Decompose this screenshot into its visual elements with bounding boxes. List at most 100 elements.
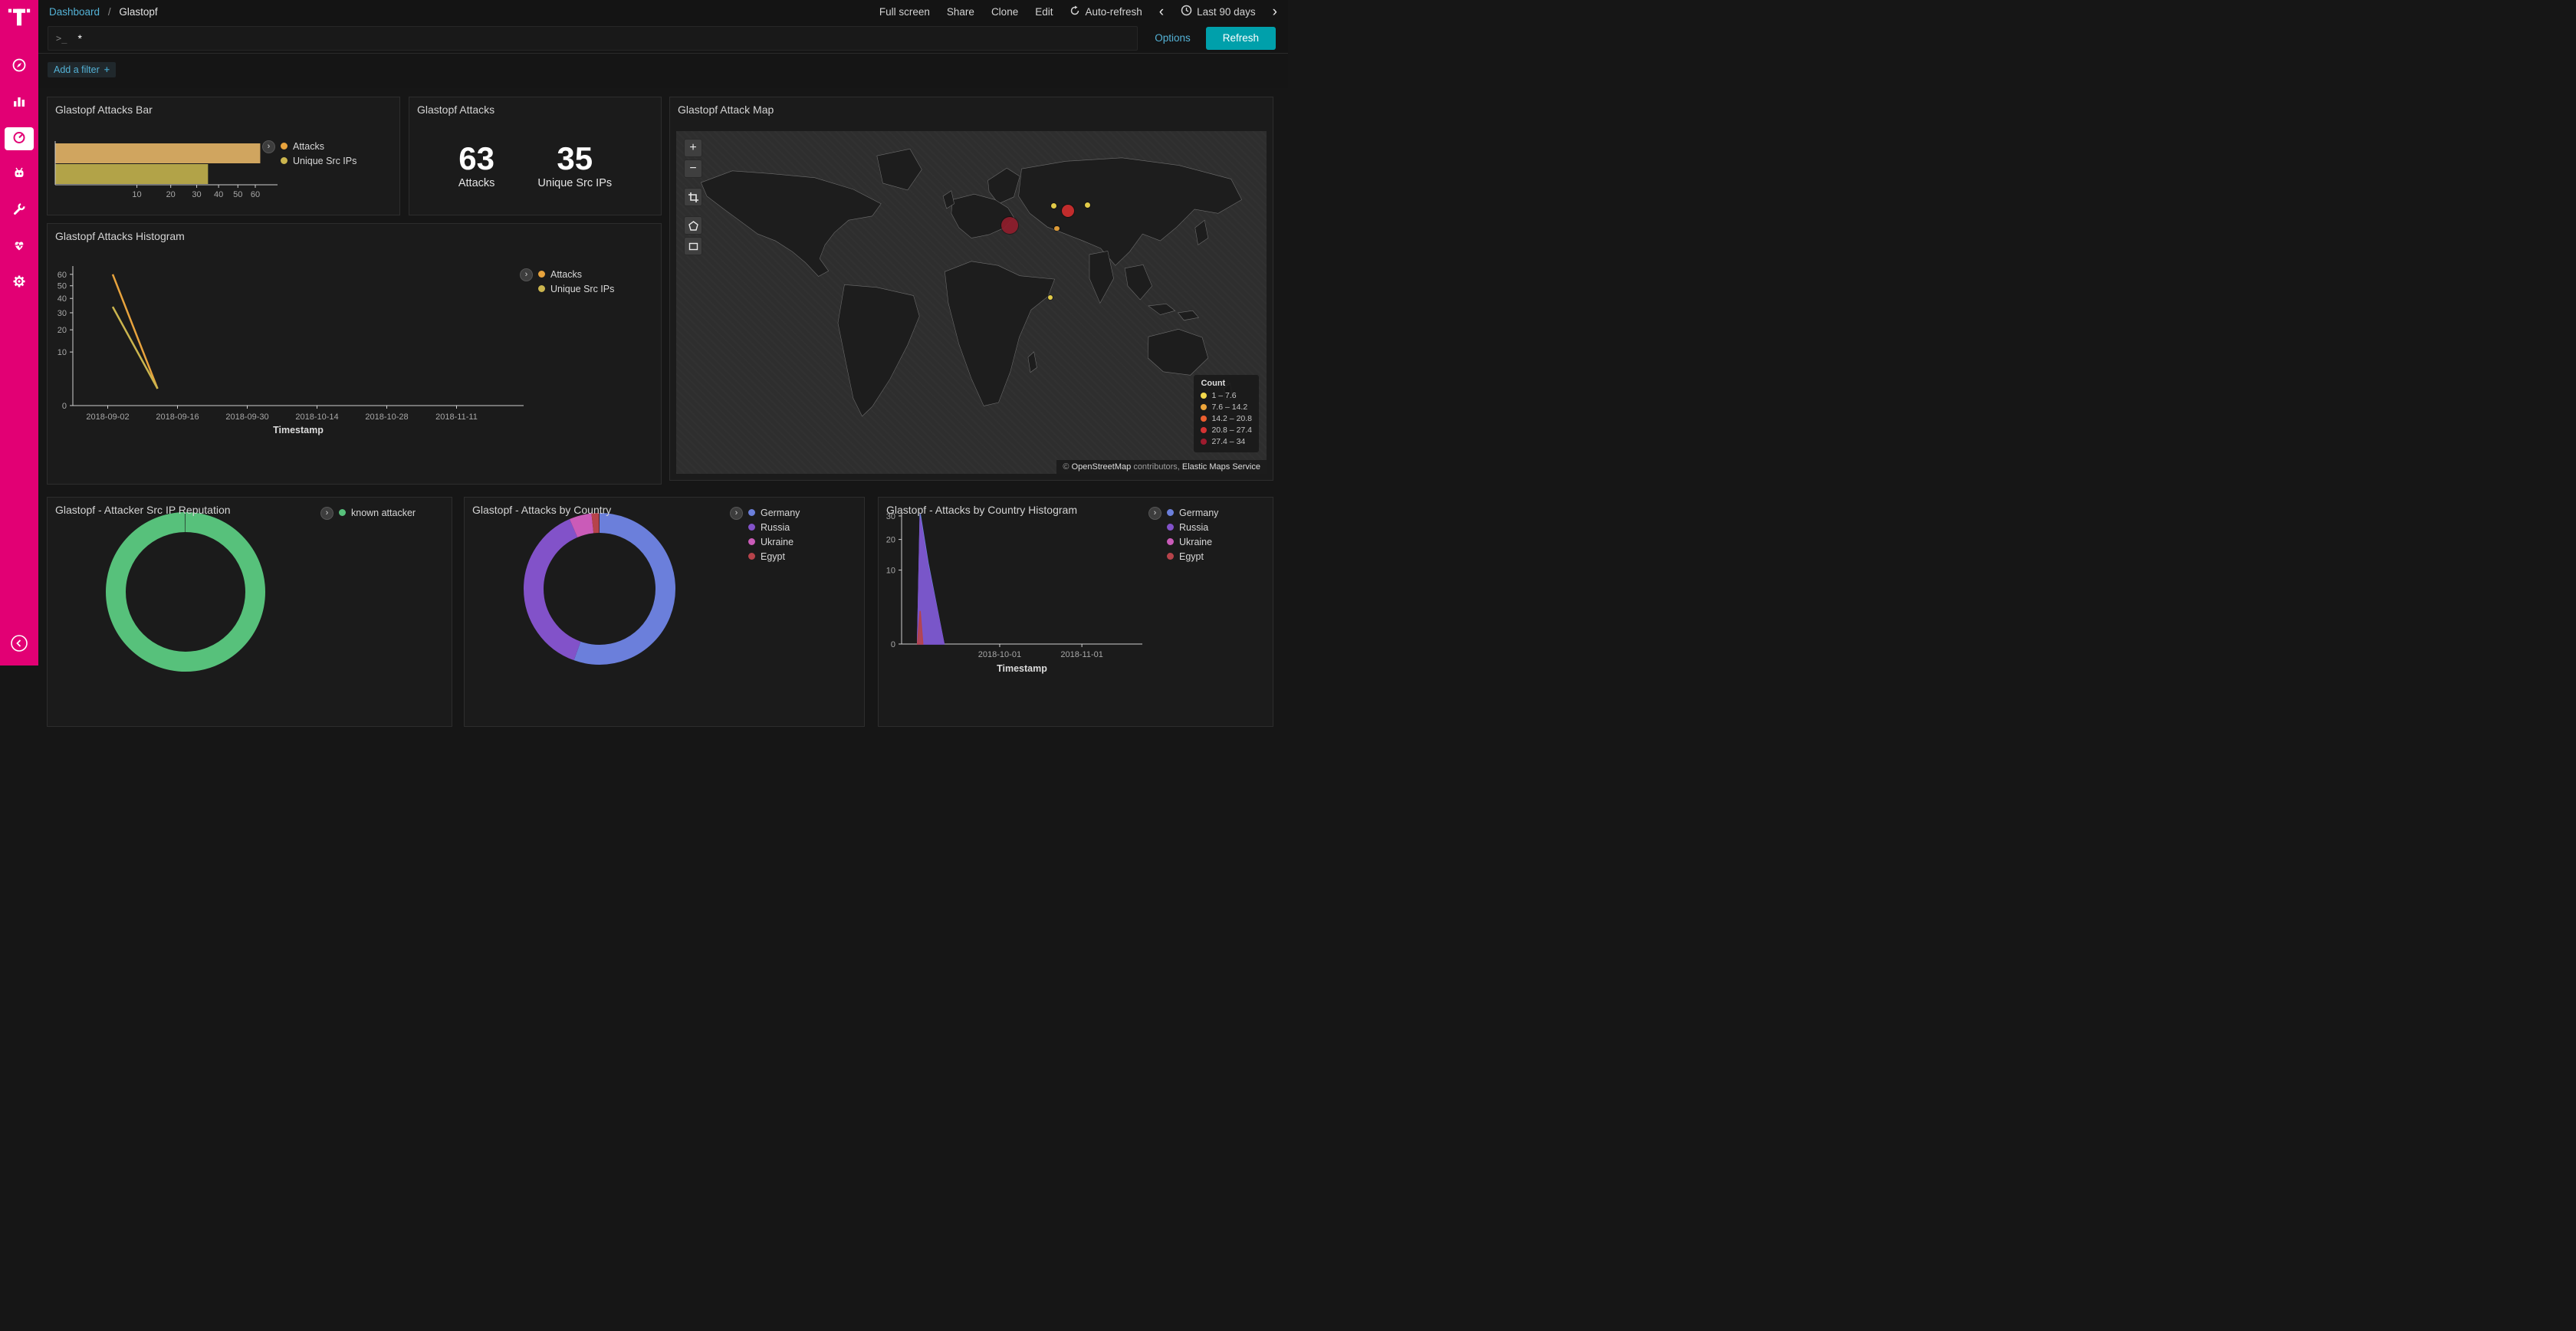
panel-src-ip-reputation: Glastopf - Attacker Src IP Reputation › … — [47, 497, 452, 727]
map-legend-item: 1 – 7.6 — [1201, 389, 1252, 401]
breadcrumb-current: Glastopf — [119, 6, 157, 18]
legend-item[interactable]: Attacks — [538, 267, 614, 281]
legend-toggle-button[interactable]: › — [1148, 507, 1162, 520]
query-input[interactable] — [76, 31, 1129, 45]
legend-item[interactable]: Attacks — [281, 139, 356, 153]
svg-text:50: 50 — [233, 190, 242, 199]
legend-toggle-button[interactable]: › — [320, 507, 334, 520]
svg-text:50: 50 — [58, 282, 67, 291]
legend-item[interactable]: known attacker — [339, 505, 416, 520]
svg-text:2018-10-28: 2018-10-28 — [365, 412, 408, 422]
line-chart: 01020304050602018-09-022018-09-162018-09… — [48, 224, 662, 485]
svg-text:0: 0 — [891, 640, 895, 649]
options-button[interactable]: Options — [1155, 32, 1191, 44]
attack-marker — [1054, 226, 1059, 231]
sidebar-item-visualize[interactable] — [5, 91, 34, 114]
chart-legend: Germany RussiaUkraine Egypt — [748, 505, 800, 564]
legend-color-dot — [1167, 509, 1174, 516]
metric-group: 63 Attacks 35 Unique Src IPs — [409, 142, 661, 189]
svg-text:40: 40 — [58, 294, 67, 304]
legend-item[interactable]: Ukraine — [748, 534, 800, 549]
legend-toggle-button[interactable]: › — [730, 507, 743, 520]
svg-text:2018-11-01: 2018-11-01 — [1060, 650, 1102, 659]
legend-item[interactable]: Ukraine — [1167, 534, 1218, 549]
svg-text:60: 60 — [58, 271, 67, 280]
panel-country-histogram: Glastopf - Attacks by Country Histogram … — [878, 497, 1273, 727]
refresh-button[interactable]: Refresh — [1206, 27, 1276, 50]
breadcrumb-dashboard-link[interactable]: Dashboard — [49, 6, 100, 18]
panel-attacks-histogram: Glastopf Attacks Histogram 0102030405060… — [47, 223, 662, 485]
panel-attacks-metric: Glastopf Attacks 63 Attacks 35 Unique Sr… — [409, 97, 662, 215]
edit-button[interactable]: Edit — [1035, 6, 1053, 18]
legend-color-dot — [748, 538, 755, 545]
svg-text:10: 10 — [132, 190, 141, 199]
world-map-svg — [676, 131, 1267, 474]
legend-item[interactable]: Unique Src IPs — [538, 281, 614, 296]
svg-text:2018-10-14: 2018-10-14 — [295, 412, 338, 422]
sidebar-item-discover[interactable] — [5, 55, 34, 78]
legend-label: Egypt — [761, 551, 785, 562]
legend-item[interactable]: Russia — [748, 520, 800, 534]
bot-icon — [12, 166, 27, 185]
donut-chart — [465, 498, 865, 727]
gauge-icon — [12, 130, 27, 149]
svg-text:20: 20 — [886, 536, 895, 545]
time-range-button[interactable]: Last 90 days — [1181, 5, 1256, 18]
map-legend-item: 27.4 – 34 — [1201, 435, 1252, 447]
svg-text:20: 20 — [58, 326, 67, 335]
sidebar-item-dashboard[interactable] — [5, 127, 34, 150]
zoom-out-button[interactable]: − — [684, 159, 702, 178]
crop-tool-button[interactable] — [684, 188, 702, 206]
sidebar-collapse-button[interactable] — [10, 634, 28, 656]
legend-toggle-button[interactable]: › — [262, 140, 275, 153]
add-filter-button[interactable]: Add a filter + — [48, 62, 116, 77]
legend-item[interactable]: Russia — [1167, 520, 1218, 534]
legend-item[interactable]: Germany — [1167, 505, 1218, 520]
full-screen-button[interactable]: Full screen — [879, 6, 930, 18]
legend-toggle-button[interactable]: › — [520, 268, 533, 281]
svg-text:2018-09-16: 2018-09-16 — [156, 412, 199, 422]
map-legend-item: 20.8 – 27.4 — [1201, 424, 1252, 435]
legend-label: Germany — [761, 508, 800, 518]
legend-item[interactable]: Egypt — [1167, 549, 1218, 564]
legend-item[interactable]: Egypt — [748, 549, 800, 564]
legend-color-dot — [339, 509, 346, 516]
query-input-container[interactable]: >_ — [48, 26, 1138, 51]
legend-label: Germany — [1179, 508, 1218, 518]
legend-color-dot — [281, 157, 288, 164]
sidebar-item-devtools[interactable] — [5, 199, 34, 222]
panel-attacks-by-country: Glastopf - Attacks by Country › GermanyR… — [464, 497, 865, 727]
legend-item[interactable]: Germany — [748, 505, 800, 520]
attack-marker — [1062, 205, 1074, 217]
attack-marker — [1051, 203, 1056, 209]
top-nav-bar: Dashboard / Glastopf Full screen Share C… — [38, 0, 1288, 23]
time-forward-button[interactable]: › — [1273, 5, 1277, 19]
sidebar-item-monitoring[interactable] — [5, 235, 34, 258]
legend-item[interactable]: Unique Src IPs — [281, 153, 356, 168]
polygon-tool-button[interactable] — [684, 216, 702, 235]
sidebar-item-management[interactable] — [5, 271, 34, 294]
map-legend-item: 7.6 – 14.2 — [1201, 401, 1252, 412]
time-back-button[interactable]: ‹ — [1159, 5, 1164, 19]
zoom-in-button[interactable]: + — [684, 139, 702, 157]
openstreetmap-link[interactable]: OpenStreetMap — [1072, 462, 1132, 472]
map-legend-color-dot — [1201, 404, 1207, 410]
svg-text:2018-10-01: 2018-10-01 — [978, 650, 1021, 659]
clone-button[interactable]: Clone — [991, 6, 1018, 18]
rectangle-tool-button[interactable] — [684, 237, 702, 255]
elastic-maps-service-link[interactable]: Elastic Maps Service — [1182, 462, 1260, 472]
chart-legend: Germany RussiaUkraineEgypt — [1167, 505, 1218, 564]
auto-refresh-button[interactable]: Auto-refresh — [1070, 5, 1142, 18]
wrench-icon — [12, 202, 27, 221]
legend-color-dot — [1167, 553, 1174, 560]
panel-title: Glastopf Attacks Bar — [48, 97, 399, 116]
map-legend-label: 20.8 – 27.4 — [1211, 426, 1252, 435]
gear-icon — [12, 274, 27, 293]
world-map[interactable]: + − Count 1 – 7.67.6 – 14.214.2 – 20.820… — [676, 131, 1267, 474]
t-mobile-logo — [0, 0, 38, 34]
panel-title: Glastopf Attacks Histogram — [48, 224, 661, 242]
svg-text:10: 10 — [886, 567, 895, 576]
sidebar-item-honeypot[interactable] — [5, 163, 34, 186]
share-button[interactable]: Share — [947, 6, 974, 18]
map-legend-label: 7.6 – 14.2 — [1211, 403, 1247, 412]
